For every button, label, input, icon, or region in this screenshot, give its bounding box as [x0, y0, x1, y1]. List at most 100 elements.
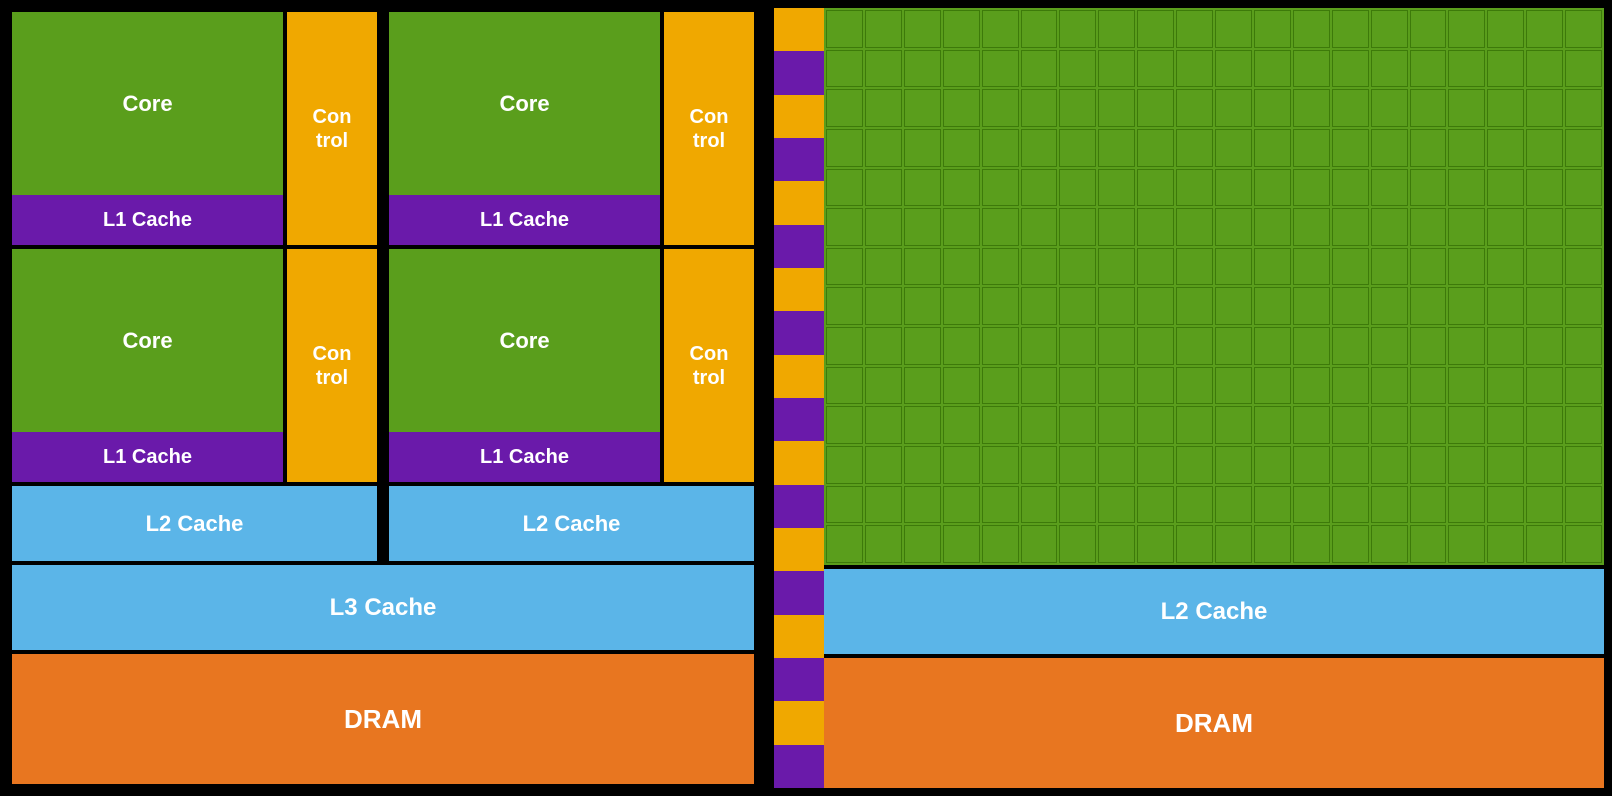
gpu-core-cell: [1448, 169, 1485, 207]
gpu-core-cell: [982, 10, 1019, 48]
gpu-core-cell: [1059, 208, 1096, 246]
gpu-core-cell: [1215, 89, 1252, 127]
gpu-core-cell: [865, 89, 902, 127]
gpu-core-cell: [943, 446, 980, 484]
gpu-stripe-11: [774, 485, 824, 528]
gpu-core-cell: [1526, 169, 1563, 207]
gpu-core-cell: [1021, 89, 1058, 127]
gpu-core-cell: [826, 10, 863, 48]
gpu-core-cell: [904, 248, 941, 286]
gpu-core-cell: [1332, 89, 1369, 127]
gpu-core-cell: [1176, 327, 1213, 365]
gpu-core-cell: [1526, 208, 1563, 246]
gpu-core-cell: [1293, 208, 1330, 246]
gpu-core-cell: [1332, 208, 1369, 246]
cpu-diagram: Core L1 Cache Control Core L1 Cache: [8, 8, 758, 788]
gpu-core-cell: [982, 367, 1019, 405]
gpu-core-cell: [1021, 525, 1058, 563]
gpu-core-cell: [1410, 129, 1447, 167]
gpu-core-cell: [1293, 129, 1330, 167]
gpu-stripe-0: [774, 8, 824, 51]
gpu-stripe-12: [774, 528, 824, 571]
gpu-core-cell: [865, 525, 902, 563]
top-right-core-group: Core L1 Cache Control: [389, 12, 754, 245]
gpu-core-cell: [1410, 89, 1447, 127]
gpu-core-cell: [1059, 486, 1096, 524]
gpu-core-cell: [1137, 367, 1174, 405]
gpu-core-cell: [1176, 248, 1213, 286]
gpu-core-cell: [1410, 10, 1447, 48]
gpu-core-cell: [1410, 248, 1447, 286]
gpu-core-cell: [826, 89, 863, 127]
l2-cache-row: L2 Cache L2 Cache: [12, 486, 754, 561]
gpu-stripe-16: [774, 701, 824, 744]
gpu-core-cell: [1021, 10, 1058, 48]
bottom-left-core-group: Core L1 Cache Control: [12, 249, 377, 482]
gpu-core-cell: [1176, 129, 1213, 167]
gpu-core-cell: [1059, 446, 1096, 484]
gpu-core-cell: [1059, 287, 1096, 325]
l1-cache-bottom-left: L1 Cache: [12, 432, 283, 482]
gpu-core-cell: [826, 446, 863, 484]
gpu-core-cell: [1565, 208, 1602, 246]
gpu-core-cell: [982, 406, 1019, 444]
gpu-diagram: L2 Cache DRAM: [774, 8, 1604, 788]
gpu-core-cell: [1332, 50, 1369, 88]
gpu-core-cell: [1565, 327, 1602, 365]
gpu-core-cell: [943, 367, 980, 405]
gpu-core-cell: [982, 248, 1019, 286]
gpu-core-cell: [1565, 367, 1602, 405]
l1-cache-bottom-right: L1 Cache: [389, 432, 660, 482]
gpu-core-cell: [943, 248, 980, 286]
gpu-core-cell: [826, 486, 863, 524]
gpu-core-cell: [1565, 486, 1602, 524]
gpu-core-cell: [1371, 287, 1408, 325]
gpu-core-cell: [904, 10, 941, 48]
gpu-core-cell: [1137, 50, 1174, 88]
gpu-core-cell: [1371, 525, 1408, 563]
gpu-core-cell: [982, 208, 1019, 246]
top-right-core-stack: Core L1 Cache: [389, 12, 660, 245]
gpu-core-cell: [982, 129, 1019, 167]
gpu-core-cell: [1254, 327, 1291, 365]
gpu-core-cell: [1565, 446, 1602, 484]
control-top-left: Control: [287, 12, 377, 245]
gpu-core-cell: [1137, 287, 1174, 325]
gpu-core-cell: [1254, 129, 1291, 167]
gpu-core-cell: [1332, 486, 1369, 524]
gpu-core-cell: [982, 50, 1019, 88]
gpu-core-cell: [1487, 10, 1524, 48]
l2-cache-left: L2 Cache: [12, 486, 377, 561]
core-top-right: Core: [389, 12, 660, 195]
gpu-core-cell: [1176, 287, 1213, 325]
gpu-core-cell: [1254, 89, 1291, 127]
bottom-right-core-group: Core L1 Cache Control: [389, 249, 754, 482]
gpu-stripe-15: [774, 658, 824, 701]
gpu-core-cell: [1176, 169, 1213, 207]
gpu-core-cell: [1215, 50, 1252, 88]
gpu-core-cell: [1059, 248, 1096, 286]
gpu-core-cell: [1526, 89, 1563, 127]
gpu-core-cell: [1098, 327, 1135, 365]
core-top-left: Core: [12, 12, 283, 195]
gpu-l2-cache: L2 Cache: [824, 569, 1604, 654]
gpu-core-cell: [943, 406, 980, 444]
gpu-core-cell: [1293, 367, 1330, 405]
gpu-core-cell: [826, 248, 863, 286]
gpu-core-cell: [1332, 248, 1369, 286]
gpu-core-cell: [1448, 248, 1485, 286]
gpu-core-cell: [1371, 367, 1408, 405]
gpu-core-cell: [826, 169, 863, 207]
gpu-core-cell: [943, 10, 980, 48]
gpu-core-cell: [1371, 446, 1408, 484]
gpu-core-cell: [1332, 446, 1369, 484]
diagram-container: Core L1 Cache Control Core L1 Cache: [0, 0, 1612, 796]
gpu-core-cell: [826, 208, 863, 246]
gpu-core-cell: [1371, 486, 1408, 524]
gpu-core-cell: [1487, 367, 1524, 405]
gpu-core-cell: [1371, 208, 1408, 246]
gpu-core-cell: [982, 287, 1019, 325]
gpu-core-cell: [1526, 486, 1563, 524]
gpu-core-cell: [904, 287, 941, 325]
gpu-core-cell: [1487, 208, 1524, 246]
